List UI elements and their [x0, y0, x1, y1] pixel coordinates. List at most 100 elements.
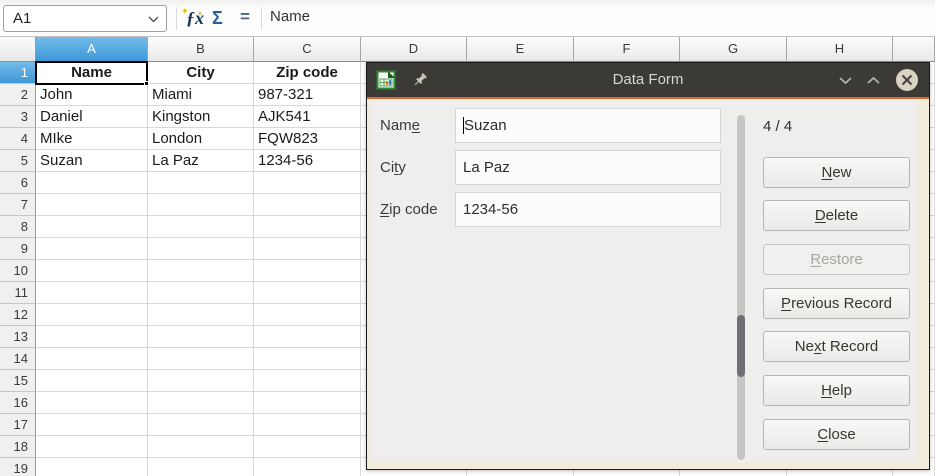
- column-header-g[interactable]: G: [680, 37, 787, 62]
- cell-C15[interactable]: [254, 370, 361, 392]
- cell-A14[interactable]: [36, 348, 148, 370]
- cell-B16[interactable]: [148, 392, 254, 414]
- row-header-5[interactable]: 5: [0, 150, 36, 172]
- cell-A16[interactable]: [36, 392, 148, 414]
- cell-B1[interactable]: City: [148, 62, 254, 84]
- cell-A11[interactable]: [36, 282, 148, 304]
- cell-A6[interactable]: [36, 172, 148, 194]
- fill-handle[interactable]: [144, 81, 149, 86]
- cell-C14[interactable]: [254, 348, 361, 370]
- column-header-e[interactable]: E: [467, 37, 574, 62]
- cell-B2[interactable]: Miami: [148, 84, 254, 106]
- cell-C2[interactable]: 987-321: [254, 84, 361, 106]
- previous-record-button[interactable]: Previous Record: [763, 288, 910, 319]
- cell-B15[interactable]: [148, 370, 254, 392]
- cell-B7[interactable]: [148, 194, 254, 216]
- scrollbar-thumb[interactable]: [737, 315, 745, 377]
- name-box[interactable]: A1: [3, 5, 167, 32]
- cell-B12[interactable]: [148, 304, 254, 326]
- delete-button[interactable]: Delete: [763, 200, 910, 231]
- cell-C13[interactable]: [254, 326, 361, 348]
- formula-icon[interactable]: =: [240, 4, 250, 30]
- cell-A12[interactable]: [36, 304, 148, 326]
- cell-C16[interactable]: [254, 392, 361, 414]
- shade-up-icon[interactable]: [866, 76, 881, 85]
- row-header-8[interactable]: 8: [0, 216, 36, 238]
- row-header-6[interactable]: 6: [0, 172, 36, 194]
- cell-C11[interactable]: [254, 282, 361, 304]
- cell-A13[interactable]: [36, 326, 148, 348]
- cell-B17[interactable]: [148, 414, 254, 436]
- row-header-18[interactable]: 18: [0, 436, 36, 458]
- cell-B11[interactable]: [148, 282, 254, 304]
- new-button[interactable]: New: [763, 157, 910, 188]
- column-header-h[interactable]: H: [787, 37, 893, 62]
- row-header-13[interactable]: 13: [0, 326, 36, 348]
- cell-C18[interactable]: [254, 436, 361, 458]
- row-header-17[interactable]: 17: [0, 414, 36, 436]
- row-header-9[interactable]: 9: [0, 238, 36, 260]
- field-input-name[interactable]: Suzan: [455, 108, 721, 143]
- cell-A7[interactable]: [36, 194, 148, 216]
- dialog-titlebar[interactable]: Data Form: [367, 63, 929, 97]
- cell-B5[interactable]: La Paz: [148, 150, 254, 172]
- cell-B14[interactable]: [148, 348, 254, 370]
- field-input-city[interactable]: La Paz: [455, 150, 721, 185]
- row-header-2[interactable]: 2: [0, 84, 36, 106]
- cell-A5[interactable]: Suzan: [36, 150, 148, 172]
- close-button[interactable]: Close: [763, 419, 910, 450]
- row-header-7[interactable]: 7: [0, 194, 36, 216]
- cell-A9[interactable]: [36, 238, 148, 260]
- column-header-b[interactable]: B: [148, 37, 254, 62]
- cell-B6[interactable]: [148, 172, 254, 194]
- form-scrollbar[interactable]: [737, 115, 745, 460]
- cell-C4[interactable]: FQW823: [254, 128, 361, 150]
- cell-A19[interactable]: [36, 458, 148, 476]
- cell-A2[interactable]: John: [36, 84, 148, 106]
- row-header-15[interactable]: 15: [0, 370, 36, 392]
- row-header-11[interactable]: 11: [0, 282, 36, 304]
- cell-B19[interactable]: [148, 458, 254, 476]
- cell-C9[interactable]: [254, 238, 361, 260]
- column-header-f[interactable]: F: [574, 37, 680, 62]
- formula-input[interactable]: Name: [270, 8, 310, 25]
- cell-B10[interactable]: [148, 260, 254, 282]
- row-header-19[interactable]: 19: [0, 458, 36, 476]
- cell-A15[interactable]: [36, 370, 148, 392]
- column-header-partial[interactable]: [893, 37, 935, 62]
- row-header-16[interactable]: 16: [0, 392, 36, 414]
- cell-A3[interactable]: Daniel: [36, 106, 148, 128]
- column-header-a[interactable]: A: [36, 37, 148, 62]
- cell-B13[interactable]: [148, 326, 254, 348]
- cell-C10[interactable]: [254, 260, 361, 282]
- cell-C19[interactable]: [254, 458, 361, 476]
- column-header-d[interactable]: D: [361, 37, 467, 62]
- shade-down-icon[interactable]: [838, 76, 853, 85]
- cell-C7[interactable]: [254, 194, 361, 216]
- cell-B3[interactable]: Kingston: [148, 106, 254, 128]
- select-all-corner[interactable]: [0, 37, 36, 62]
- cell-A18[interactable]: [36, 436, 148, 458]
- next-record-button[interactable]: Next Record: [763, 331, 910, 362]
- cell-A17[interactable]: [36, 414, 148, 436]
- cell-A10[interactable]: [36, 260, 148, 282]
- row-header-4[interactable]: 4: [0, 128, 36, 150]
- cell-B8[interactable]: [148, 216, 254, 238]
- sum-icon[interactable]: Σ: [212, 5, 223, 31]
- row-header-12[interactable]: 12: [0, 304, 36, 326]
- cell-A8[interactable]: [36, 216, 148, 238]
- cell-B18[interactable]: [148, 436, 254, 458]
- close-icon[interactable]: [896, 69, 918, 91]
- cell-A4[interactable]: MIke: [36, 128, 148, 150]
- cell-C1[interactable]: Zip code: [254, 62, 361, 84]
- cell-B4[interactable]: London: [148, 128, 254, 150]
- function-wizard-icon[interactable]: ✦ ✦ ƒx: [182, 5, 208, 31]
- row-header-3[interactable]: 3: [0, 106, 36, 128]
- cell-C17[interactable]: [254, 414, 361, 436]
- cell-C3[interactable]: AJK541: [254, 106, 361, 128]
- cell-C8[interactable]: [254, 216, 361, 238]
- column-header-c[interactable]: C: [254, 37, 361, 62]
- cell-B9[interactable]: [148, 238, 254, 260]
- row-header-14[interactable]: 14: [0, 348, 36, 370]
- cell-C6[interactable]: [254, 172, 361, 194]
